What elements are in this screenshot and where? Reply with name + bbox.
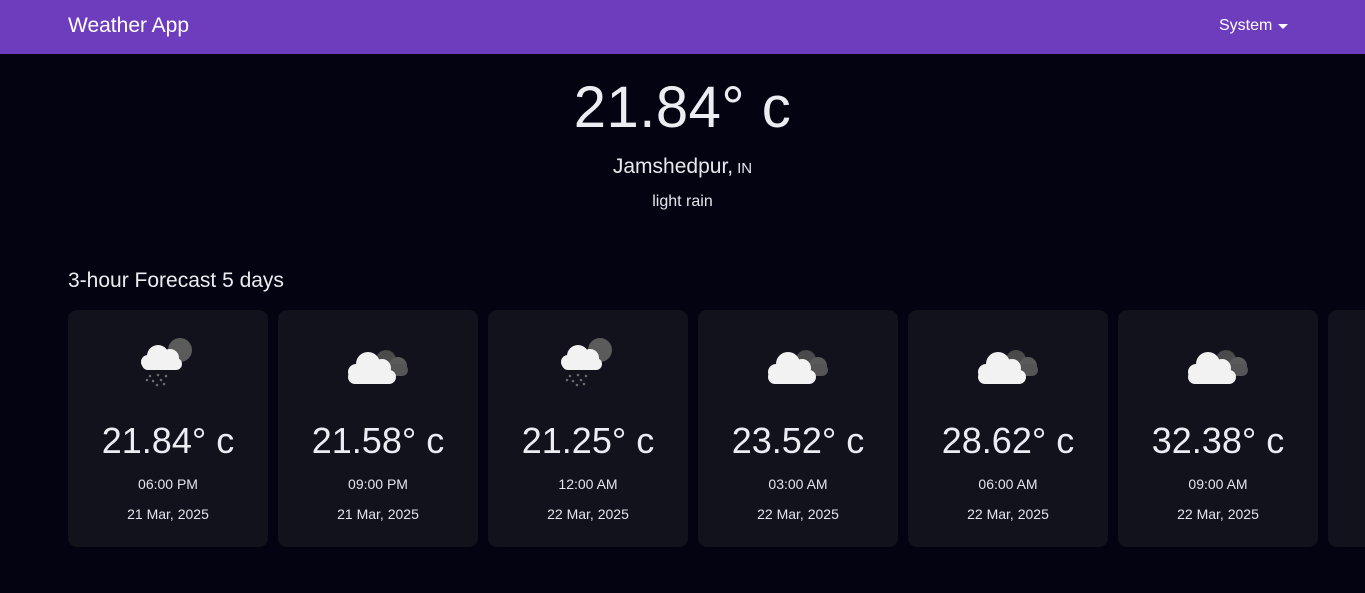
forecast-time: 03:00 AM	[768, 476, 828, 492]
broken-clouds-icon	[768, 350, 828, 384]
forecast-card-partial	[1328, 310, 1365, 547]
broken-clouds-icon	[348, 350, 408, 384]
app-title: Weather App	[68, 14, 190, 37]
forecast-temperature: 21.25° c	[521, 420, 655, 461]
forecast-card: 32.38° c 09:00 AM 22 Mar, 2025	[1118, 310, 1318, 547]
forecast-time: 12:00 AM	[558, 476, 618, 492]
forecast-date: 22 Mar, 2025	[547, 506, 629, 522]
app-bar: Weather App System	[0, 0, 1365, 54]
chevron-down-icon	[1278, 24, 1289, 29]
forecast-title: 3-hour Forecast 5 days	[68, 269, 284, 292]
light-rain-cloud-icon	[141, 338, 192, 387]
current-weather: 21.84° c Jamshedpur, IN light rain	[0, 54, 1365, 212]
forecast-time: 09:00 AM	[1188, 476, 1248, 492]
theme-dropdown-label: System	[1219, 17, 1273, 34]
forecast-date: 21 Mar, 2025	[127, 506, 209, 522]
city-name: Jamshedpur,	[612, 155, 734, 178]
forecast-time: 09:00 PM	[348, 476, 408, 492]
forecast-time: 06:00 AM	[978, 476, 1038, 492]
forecast-date: 22 Mar, 2025	[757, 506, 839, 522]
theme-dropdown[interactable]: System	[1219, 16, 1289, 36]
forecast-temperature: 23.52° c	[731, 420, 865, 461]
forecast-date: 22 Mar, 2025	[1177, 506, 1259, 522]
forecast-temperature: 32.38° c	[1151, 420, 1285, 461]
forecast-time: 06:00 PM	[138, 476, 198, 492]
country-code: IN	[737, 160, 753, 177]
broken-clouds-icon	[1188, 350, 1248, 384]
forecast-card: 21.25° c 12:00 AM 22 Mar, 2025	[488, 310, 688, 547]
forecast-temperature: 21.58° c	[311, 420, 445, 461]
weather-description: light rain	[652, 193, 713, 210]
forecast-card: 21.84° c 06:00 PM 21 Mar, 2025	[68, 310, 268, 547]
forecast-list[interactable]: 21.84° c 06:00 PM 21 Mar, 2025 21.58° c …	[68, 310, 1365, 547]
broken-clouds-icon	[978, 350, 1038, 384]
forecast-date: 22 Mar, 2025	[967, 506, 1049, 522]
forecast-card: 23.52° c 03:00 AM 22 Mar, 2025	[698, 310, 898, 547]
forecast-temperature: 28.62° c	[941, 420, 1075, 461]
forecast-date: 21 Mar, 2025	[337, 506, 419, 522]
current-temperature: 21.84° c	[573, 75, 792, 140]
light-rain-cloud-icon	[561, 338, 612, 387]
forecast-temperature: 21.84° c	[101, 420, 235, 461]
location: Jamshedpur, IN	[0, 154, 1365, 182]
forecast-card: 21.58° c 09:00 PM 21 Mar, 2025	[278, 310, 478, 547]
forecast-card: 28.62° c 06:00 AM 22 Mar, 2025	[908, 310, 1108, 547]
